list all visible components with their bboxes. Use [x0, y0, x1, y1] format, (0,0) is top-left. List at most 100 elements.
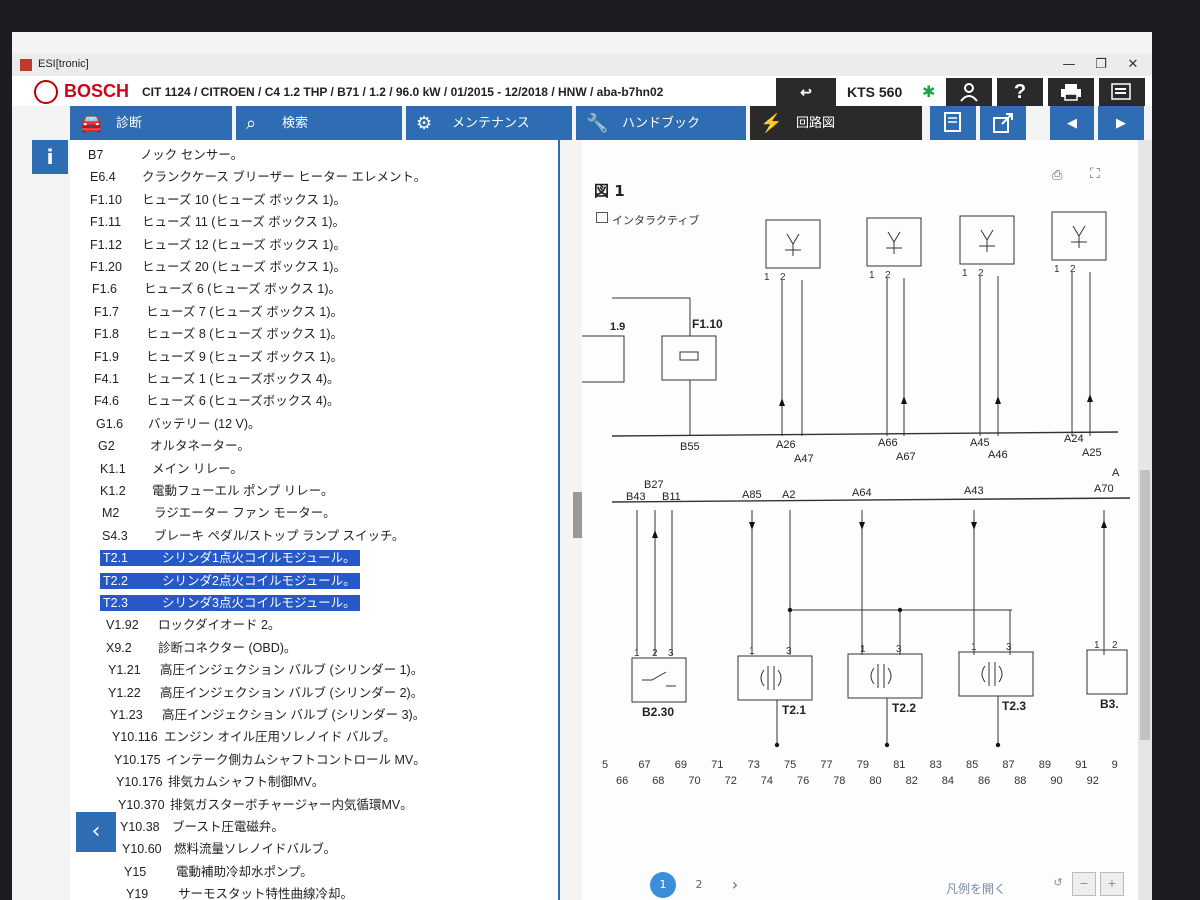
component-list-item[interactable]: X9.2 診断コネクター (OBD)。 [102, 637, 296, 657]
component-list-item[interactable]: Y10.370 排気ガスターボチャージャー内気循環MV。 [114, 794, 413, 814]
component-list-item[interactable]: Y10.175 インテーク側カムシャフトコントロール MV。 [110, 749, 426, 769]
grid-number: 72 [725, 775, 737, 787]
component-description: ヒューズ 9 (ヒューズ ボックス 1)。 [146, 349, 343, 364]
minimize-button[interactable]: — [1052, 54, 1086, 76]
diagram-label: A67 [896, 451, 916, 463]
component-list-item[interactable]: T2.3 シリンダ3点火コイルモジュール。 [100, 592, 360, 612]
component-code: Y10.116 [112, 730, 158, 745]
component-list-item[interactable]: Y19 サーモスタット特性曲線冷却。 [122, 883, 353, 900]
page-2-button[interactable]: 2 [686, 872, 712, 898]
zoom-in-button[interactable]: + [1100, 872, 1124, 896]
component-list-item[interactable]: T2.2 シリンダ2点火コイルモジュール。 [100, 570, 360, 590]
tab-handbook[interactable]: 🔧 ハンドブック [576, 106, 746, 140]
component-list-item[interactable]: F1.20 ヒューズ 20 (ヒューズ ボックス 1)。 [86, 256, 346, 276]
tab-maintenance[interactable]: ⚙ メンテナンス [406, 106, 572, 140]
component-list-item[interactable]: F1.6 ヒューズ 6 (ヒューズ ボックス 1)。 [88, 278, 341, 298]
component-description: ヒューズ 11 (ヒューズ ボックス 1)。 [142, 215, 346, 230]
open-legend-link[interactable]: 凡例を開く [946, 880, 1006, 897]
info-button[interactable]: i [32, 140, 68, 174]
component-list-item[interactable]: G1.6 バッテリー (12 V)。 [92, 413, 261, 433]
user-button[interactable] [946, 78, 992, 106]
grid-number: 76 [797, 775, 809, 787]
menu-button[interactable] [1099, 78, 1145, 106]
component-list-item[interactable]: F1.10 ヒューズ 10 (ヒューズ ボックス 1)。 [86, 189, 346, 209]
tab-wiring-label: 回路図 [796, 115, 836, 130]
grid-number: 88 [1014, 775, 1026, 787]
bosch-logo-icon [34, 80, 58, 104]
back-button[interactable]: ↩ [776, 78, 836, 106]
component-list-item[interactable]: F1.11 ヒューズ 11 (ヒューズ ボックス 1)。 [86, 211, 345, 231]
external-link-button[interactable] [980, 106, 1026, 140]
component-code: K1.1 [100, 461, 126, 476]
tab-wiring[interactable]: ⚡ 回路図 [750, 106, 922, 140]
grid-number: 75 [784, 759, 796, 771]
component-list-item[interactable]: Y15 電動補助冷却水ポンプ。 [120, 861, 313, 881]
vertical-scrollbar[interactable] [1138, 140, 1152, 900]
component-list-item[interactable]: Y1.21 高圧インジェクション バルブ (シリンダー 1)。 [104, 659, 423, 679]
component-list-item[interactable]: S4.3 ブレーキ ペダル/ストップ ランプ スイッチ。 [98, 525, 404, 545]
book-button[interactable] [930, 106, 976, 140]
component-list-item[interactable]: M2 ラジエーター ファン モーター。 [98, 502, 336, 522]
collapse-panel-button[interactable]: ‹ [76, 812, 116, 852]
component-list-item[interactable]: Y1.22 高圧インジェクション バルブ (シリンダー 2)。 [104, 682, 423, 702]
pin-number: 3 [896, 644, 902, 655]
component-code: F4.1 [94, 372, 120, 386]
app-icon [20, 59, 32, 71]
prev-button[interactable]: ◀ [1050, 106, 1094, 140]
component-list-item[interactable]: F1.7 ヒューズ 7 (ヒューズ ボックス 1)。 [90, 301, 343, 321]
fullscreen-icon[interactable]: ⛶ [1090, 166, 1106, 182]
page-1-button[interactable]: 1 [650, 872, 676, 898]
component-list-item[interactable]: F4.1 ヒューズ 1 (ヒューズボックス 4)。 [90, 368, 340, 388]
component-list-item[interactable]: K1.1 メイン リレー。 [96, 458, 243, 478]
component-list-item[interactable]: F1.12 ヒューズ 12 (ヒューズ ボックス 1)。 [86, 234, 346, 254]
component-description: 電動補助冷却水ポンプ。 [176, 864, 313, 879]
tab-diagnosis[interactable]: 🚘 診断 [70, 106, 232, 140]
diagram-label: A24 [1064, 433, 1084, 445]
wrench-icon: 🔧 [586, 113, 609, 133]
component-list-item[interactable]: F1.9 ヒューズ 9 (ヒューズ ボックス 1)。 [90, 346, 343, 366]
component-list-item[interactable]: Y1.23 高圧インジェクション バルブ (シリンダー 3)。 [106, 704, 425, 724]
component-description: ヒューズ 7 (ヒューズ ボックス 1)。 [146, 304, 343, 319]
help-button[interactable]: ? [997, 78, 1043, 106]
component-description: シリンダ1点火コイルモジュール。 [158, 550, 360, 567]
component-description: 燃料流量ソレノイドバルブ。 [174, 842, 337, 857]
component-list-item[interactable]: G2 オルタネーター。 [94, 435, 250, 455]
component-code: Y19 [126, 887, 149, 900]
component-list-item[interactable]: V1.92 ロックダイオード 2。 [102, 614, 280, 634]
user-icon [960, 83, 978, 102]
component-list-item[interactable]: F1.8 ヒューズ 8 (ヒューズ ボックス 1)。 [90, 323, 343, 343]
component-description: ラジエーター ファン モーター。 [154, 506, 336, 521]
scrollbar-thumb[interactable] [1140, 470, 1150, 740]
component-code: F4.6 [94, 394, 120, 409]
component-list-item[interactable]: F4.6 ヒューズ 6 (ヒューズボックス 4)。 [90, 390, 340, 410]
component-description: 高圧インジェクション バルブ (シリンダー 3)。 [162, 708, 426, 722]
tab-search[interactable]: ⌕ 検索 [236, 106, 402, 140]
component-list-item[interactable]: Y10.60 燃料流量ソレノイドバルブ。 [118, 838, 336, 858]
component-description: ヒューズ 20 (ヒューズ ボックス 1)。 [142, 260, 346, 274]
component-list-item[interactable]: T2.1 シリンダ1点火コイルモジュール。 [100, 547, 360, 567]
component-description: ヒューズ 8 (ヒューズ ボックス 1)。 [146, 327, 343, 342]
component-list-item[interactable]: Y10.176 排気カムシャフト制御MV。 [112, 771, 324, 791]
pin-number: 3 [1006, 642, 1012, 653]
component-list-item[interactable]: Y10.38 ブースト圧電磁弁。 [116, 816, 284, 836]
zoom-out-button[interactable]: − [1072, 872, 1096, 896]
next-button[interactable]: ▶ [1098, 106, 1144, 140]
print-button[interactable] [1048, 78, 1094, 106]
component-list-item[interactable]: B7 ノック センサー。 [84, 144, 243, 164]
grid-number: 86 [978, 775, 990, 787]
component-list-item[interactable]: K1.2 電動フューエル ポンプ リレー。 [96, 480, 333, 500]
diagram-label: F1.10 [692, 317, 723, 331]
close-button[interactable]: ✕ [1116, 54, 1150, 76]
component-description: 排気ガスターボチャージャー内気循環MV。 [170, 797, 413, 812]
next-page-icon[interactable]: › [722, 872, 748, 898]
maximize-button[interactable]: ❐ [1084, 54, 1118, 76]
pin-number: 2 [885, 270, 891, 281]
reset-zoom-icon[interactable]: ↺ [1046, 872, 1070, 896]
component-description: 電動フューエル ポンプ リレー。 [152, 484, 334, 498]
component-description: ヒューズ 10 (ヒューズ ボックス 1)。 [142, 192, 346, 207]
search-icon: ⌕ [246, 113, 257, 133]
component-list-item[interactable]: Y10.116 エンジン オイル圧用ソレノイド バルブ。 [108, 726, 396, 746]
pin-number: 1 [1094, 640, 1100, 651]
component-list-item[interactable]: E6.4 クランクケース ブリーザー ヒーター エレメント。 [86, 166, 426, 186]
print-diagram-icon[interactable]: ⎙ [1052, 168, 1068, 183]
